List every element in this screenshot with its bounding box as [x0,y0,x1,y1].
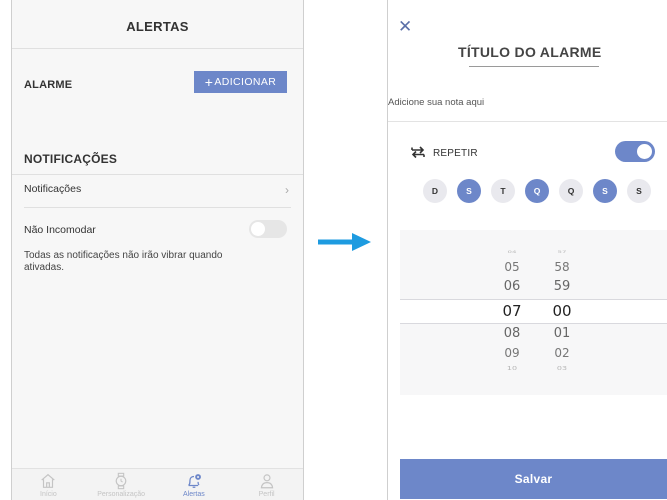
day-saturday[interactable]: S [627,179,651,203]
add-alarm-button[interactable]: + ADICIONAR [194,71,287,93]
alarm-title-input[interactable]: TÍTULO DO ALARME [458,44,602,60]
chevron-right-icon: › [285,183,289,197]
tab-inicio[interactable]: Início [12,469,85,500]
tab-label: Personalização [97,491,146,498]
note-divider [388,121,667,122]
day-friday[interactable]: S [593,179,617,203]
minute-option: 01 [553,326,571,341]
home-icon [41,473,56,488]
hour-option: 05 [504,260,520,274]
tab-perfil[interactable]: Perfil [230,469,303,500]
hour-option: 08 [503,326,521,341]
tab-label: Alertas [182,491,205,498]
hour-selected: 07 [502,302,522,320]
minute-option: 59 [553,279,571,294]
do-not-disturb-description: Todas as notificações não irão vibrar qu… [24,250,223,273]
save-button[interactable]: Salvar [400,459,667,499]
hour-option: 06 [503,279,521,294]
header-divider [12,48,303,49]
section-divider [12,174,303,175]
minute-option: 02 [554,346,570,360]
hour-option: 04 [507,249,517,255]
alarm-editor-screen: ✕ TÍTULO DO ALARME Adicione sua nota aqu… [387,0,667,500]
note-input[interactable]: Adicione sua nota aqui [388,97,484,108]
minute-option: 57 [557,249,567,255]
close-icon[interactable]: ✕ [398,18,412,35]
hour-option: 09 [504,346,520,360]
bell-settings-icon [188,474,201,488]
repeat-icon [411,146,425,159]
minute-selected: 00 [552,302,572,320]
page-title: ALERTAS [126,19,189,34]
tab-label: Início [40,491,57,498]
day-monday[interactable]: S [457,179,481,203]
time-picker-selection [400,299,667,324]
notifications-row[interactable]: Notificações › [24,183,289,197]
user-icon [260,474,273,489]
do-not-disturb-toggle[interactable] [249,220,287,238]
repeat-toggle[interactable] [615,141,655,162]
notifications-section-title: NOTIFICAÇÕES [24,152,118,166]
minute-option: 58 [554,260,570,274]
add-alarm-button-label: ADICIONAR [214,76,277,88]
do-not-disturb-label: Não Incomodar [24,224,96,236]
day-tuesday[interactable]: T [491,179,515,203]
watch-icon [115,472,127,490]
time-picker[interactable]: 04 05 06 07 08 09 10 57 58 59 00 01 02 0… [400,230,667,395]
day-sunday[interactable]: D [423,179,447,203]
row-divider [24,207,291,208]
bottom-tab-bar: Início Personalização Alertas Perfil [12,468,303,500]
alarm-section-label: ALARME [24,79,73,91]
plus-icon: + [204,74,214,90]
title-underline [469,66,599,67]
hour-option: 10 [506,365,518,372]
tab-label: Perfil [258,491,275,498]
day-thursday[interactable]: Q [559,179,583,203]
tab-personalizacao[interactable]: Personalização [85,469,158,500]
alerts-screen: ALERTAS ALARME + ADICIONAR NOTIFICAÇÕES … [11,0,304,500]
repeat-label: REPETIR [433,148,478,159]
flow-arrow-icon [318,233,371,251]
tab-alertas[interactable]: Alertas [158,469,231,500]
notifications-row-label: Notificações [24,183,82,195]
minute-option: 03 [556,365,568,372]
day-wednesday[interactable]: Q [525,179,549,203]
weekday-selector: D S T Q Q S S [423,179,651,203]
